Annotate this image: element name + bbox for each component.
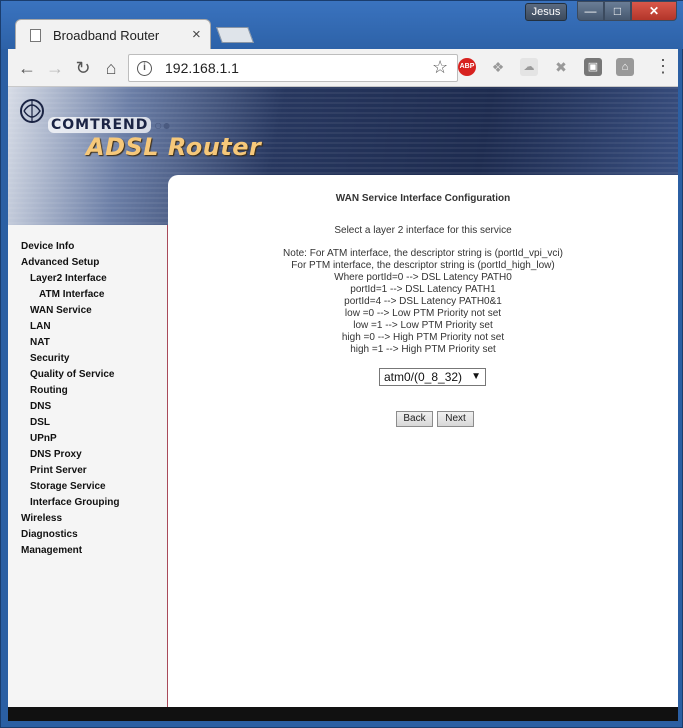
tab-title: Broadband Router — [53, 28, 160, 43]
minimize-button[interactable]: — — [577, 1, 604, 21]
maximize-button[interactable]: □ — [604, 1, 631, 21]
title-bar: Jesus — □ ✕ Broadband Router × — [1, 1, 683, 50]
bookmark-star-icon[interactable]: ☆ — [432, 57, 448, 78]
note-line: portId=4 --> DSL Latency PATH0&1 — [344, 296, 502, 307]
sidebar-item-management[interactable]: Management — [21, 543, 119, 559]
brand-logo: COMTREND — [48, 117, 152, 133]
note-line: Note: For ATM interface, the descriptor … — [283, 248, 563, 259]
sidebar-item-diagnostics[interactable]: Diagnostics — [21, 527, 119, 543]
sidebar-item-nat[interactable]: NAT — [21, 335, 119, 351]
extension-icon[interactable]: ✖ — [552, 58, 570, 76]
sidebar-item-routing[interactable]: Routing — [21, 383, 119, 399]
pdf-icon[interactable]: ⌂ — [616, 58, 634, 76]
sidebar-item-lan[interactable]: LAN — [21, 319, 119, 335]
browser-tab[interactable]: Broadband Router × — [15, 19, 211, 50]
page-title: WAN Service Interface Configuration — [335, 193, 511, 204]
chevron-down-icon: ▼ — [471, 371, 481, 382]
extension-icon[interactable]: ☁ — [520, 58, 538, 76]
sidebar-item-atm-interface[interactable]: ATM Interface — [21, 287, 119, 303]
note-line: portId=1 --> DSL Latency PATH1 — [350, 284, 496, 295]
sidebar-item-print-server[interactable]: Print Server — [21, 463, 119, 479]
main-content: WAN Service Interface Configuration Sele… — [168, 175, 678, 707]
address-bar[interactable]: i 192.168.1.1 ☆ — [128, 54, 458, 82]
page-viewport: COMTREND ○● ADSL Router Device Info Advan… — [8, 87, 678, 707]
window-bottom-edge — [8, 707, 678, 721]
product-name: ADSL Router — [86, 133, 262, 161]
profile-button[interactable]: Jesus — [525, 3, 567, 21]
note-line: high =1 --> High PTM Priority set — [350, 344, 496, 355]
sidebar-item-upnp[interactable]: UPnP — [21, 431, 119, 447]
back-arrow-icon[interactable]: ← — [16, 57, 38, 79]
page-subtitle: Select a layer 2 interface for this serv… — [334, 225, 512, 236]
menu-dots-icon[interactable]: ⋮ — [654, 56, 672, 77]
close-window-button[interactable]: ✕ — [631, 1, 677, 21]
select-value: atm0/(0_8_32) — [384, 370, 463, 384]
new-tab-button[interactable] — [216, 27, 254, 43]
back-button[interactable]: Back — [396, 411, 433, 427]
sidebar-menu: Device Info Advanced Setup Layer2 Interfac… — [8, 225, 168, 707]
sidebar-item-dns[interactable]: DNS — [21, 399, 119, 415]
sidebar-item-dsl[interactable]: DSL — [21, 415, 119, 431]
reload-icon[interactable]: ↻ — [72, 57, 94, 79]
adblock-plus-icon[interactable]: ABP — [458, 58, 476, 76]
next-button[interactable]: Next — [437, 411, 474, 427]
dropbox-icon[interactable]: ❖ — [489, 58, 507, 76]
sidebar-item-wireless[interactable]: Wireless — [21, 511, 119, 527]
nav-list: Device Info Advanced Setup Layer2 Interfac… — [21, 239, 119, 559]
url-text[interactable]: 192.168.1.1 — [165, 60, 239, 76]
layer2-interface-select[interactable]: atm0/(0_8_32) ▼ — [379, 368, 486, 386]
sidebar-item-dns-proxy[interactable]: DNS Proxy — [21, 447, 119, 463]
sidebar-item-wan-service[interactable]: WAN Service — [21, 303, 119, 319]
sidebar-item-advanced-setup[interactable]: Advanced Setup — [21, 255, 119, 271]
tab-close-icon[interactable]: × — [192, 26, 201, 43]
note-line: Where portId=0 --> DSL Latency PATH0 — [334, 272, 512, 283]
browser-window: Jesus — □ ✕ Broadband Router × ← → ↻ ⌂ i… — [0, 0, 683, 728]
sidebar-item-device-info[interactable]: Device Info — [21, 239, 119, 255]
note-line: high =0 --> High PTM Priority not set — [341, 332, 505, 343]
descriptor-notes: Note: For ATM interface, the descriptor … — [168, 248, 678, 356]
extension-icon[interactable]: ▣ — [584, 58, 602, 76]
note-line: For PTM interface, the descriptor string… — [291, 260, 555, 271]
note-line: low =1 --> Low PTM Priority set — [353, 320, 493, 331]
logo-dots-icon: ○● — [154, 117, 171, 133]
sidebar-item-interface-grouping[interactable]: Interface Grouping — [21, 495, 119, 511]
home-icon[interactable]: ⌂ — [100, 57, 122, 79]
info-icon[interactable]: i — [137, 61, 152, 76]
logo-icon — [20, 99, 44, 123]
sidebar-item-security[interactable]: Security — [21, 351, 119, 367]
sidebar-item-quality-of-service[interactable]: Quality of Service — [21, 367, 119, 383]
sidebar-item-layer2-interface[interactable]: Layer2 Interface — [21, 271, 119, 287]
browser-toolbar: ← → ↻ ⌂ i 192.168.1.1 ☆ ABP ❖ ☁ ✖ ▣ ⌂ ⋮ — [8, 49, 678, 87]
sidebar-item-storage-service[interactable]: Storage Service — [21, 479, 119, 495]
page-icon — [30, 29, 41, 42]
forward-arrow-icon[interactable]: → — [44, 57, 66, 79]
note-line: low =0 --> Low PTM Priority not set — [344, 308, 502, 319]
